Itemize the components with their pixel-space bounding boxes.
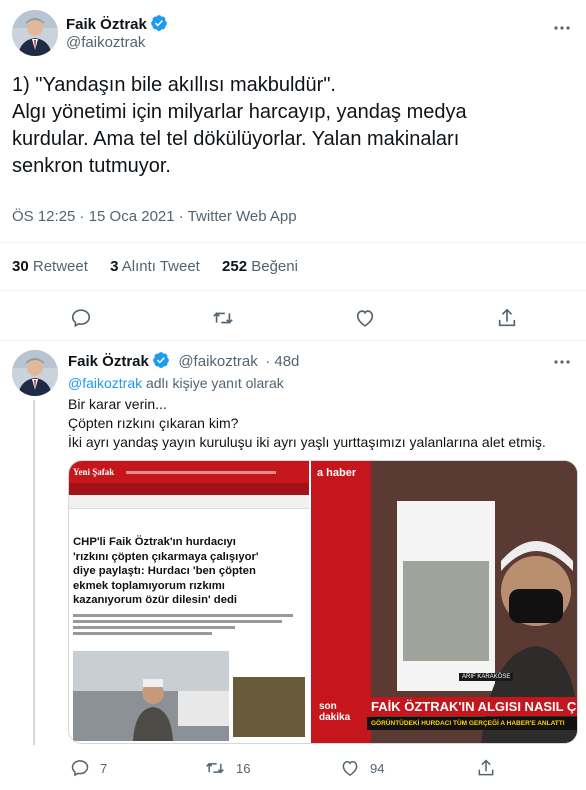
author-name[interactable]: Faik Öztrak bbox=[66, 16, 147, 33]
breaking-tag: son dakika bbox=[319, 701, 351, 723]
more-options-icon[interactable] bbox=[552, 352, 572, 372]
headline-line: ekmek toplamıyorum rızkımı bbox=[73, 579, 225, 592]
thread-line bbox=[33, 400, 35, 745]
reply-text-line: İki ayrı yandaş yayın kuruluşu iki ayrı … bbox=[68, 434, 546, 450]
verified-badge-icon bbox=[152, 351, 170, 374]
tweet-text: 1) "Yandaşın bile akıllısı makbuldür". A… bbox=[12, 72, 577, 180]
interviewee-label: ARİF KARAKÖSE bbox=[459, 673, 514, 681]
news-subnav bbox=[69, 495, 309, 509]
verified-badge-icon bbox=[150, 14, 168, 37]
divider bbox=[0, 242, 586, 243]
more-options-icon[interactable] bbox=[552, 18, 572, 38]
tweet-time[interactable]: · 48d bbox=[265, 353, 299, 370]
retweet-label: Retweet bbox=[32, 258, 88, 275]
retweet-button[interactable] bbox=[209, 304, 237, 332]
heart-icon bbox=[356, 310, 374, 327]
headline-line: diye paylaştı: Hurdacı 'ben çöpten bbox=[73, 565, 256, 577]
tweet-text-line: kurdular. Ama tel tel dökülüyorlar. Yala… bbox=[12, 128, 460, 150]
like-label: Beğeni bbox=[251, 258, 298, 275]
headline-line: CHP'li Faik Öztrak'ın hurdacıyı bbox=[73, 536, 236, 548]
retweet-count: 30 bbox=[12, 258, 29, 275]
tweet-text-line: 1) "Yandaşın bile akıllısı makbuldür". bbox=[12, 74, 336, 96]
tweet-text-line: senkron tutmuyor. bbox=[12, 155, 171, 177]
avatar[interactable] bbox=[12, 10, 58, 56]
headline-line: 'rızkını çöpten çıkarmaya çalışıyor' bbox=[73, 550, 259, 563]
news-headline: CHP'li Faik Öztrak'ın hurdacıyı 'rızkını… bbox=[69, 509, 309, 608]
avatar[interactable] bbox=[12, 350, 58, 396]
headline-line: kazanıyorum özür dilesin' dedi bbox=[73, 594, 238, 606]
author-handle[interactable]: @faikoztrak bbox=[66, 34, 145, 51]
nav-placeholder bbox=[126, 470, 277, 474]
reply-count: 7 bbox=[100, 760, 108, 776]
quote-stat[interactable]: 3 Alıntı Tweet bbox=[110, 258, 200, 275]
retweet-count: 16 bbox=[236, 760, 251, 776]
tweet-text-line: Algı yönetimi için milyarlar harcayıp, y… bbox=[12, 101, 467, 123]
like-button[interactable] bbox=[351, 304, 379, 332]
broadcast-subline: GÖRÜNTÜDEKİ HURDACI TÜM GERÇEĞİ A HABER'… bbox=[367, 717, 577, 730]
media-right-image[interactable]: a haber son dakika ARİF KARAKÖSE FAİK ÖZ… bbox=[311, 461, 577, 743]
like-count: 94 bbox=[370, 760, 385, 776]
share-button[interactable] bbox=[476, 758, 496, 778]
divider bbox=[0, 340, 586, 341]
news-site-header: Yeni Şafak bbox=[69, 461, 309, 483]
tweet-actions bbox=[0, 304, 586, 332]
reply-text: Bir karar verin... Çöpten rızkını çıkara… bbox=[68, 395, 546, 452]
tweet-timestamp[interactable]: ÖS 12:25 · 15 Oca 2021 · Twitter Web App bbox=[12, 208, 297, 225]
tweet-stats: 30 Retweet 3 Alıntı Tweet 252 Beğeni bbox=[12, 258, 316, 275]
tweet-media[interactable]: Yeni Şafak CHP'li Faik Öztrak'ın hurdacı… bbox=[68, 460, 578, 744]
news-site-logo: Yeni Şafak bbox=[73, 467, 115, 477]
author-handle[interactable]: @faikoztrak bbox=[178, 353, 257, 370]
media-left-image[interactable]: Yeni Şafak CHP'li Faik Öztrak'ın hurdacı… bbox=[69, 461, 309, 743]
divider bbox=[0, 290, 586, 291]
like-count: 252 bbox=[222, 258, 248, 275]
author-name[interactable]: Faik Öztrak bbox=[68, 353, 149, 370]
like-button[interactable]: 94 bbox=[340, 758, 384, 778]
retweet-icon bbox=[213, 312, 233, 324]
article-lede-lines bbox=[69, 608, 309, 635]
quote-count: 3 bbox=[110, 258, 119, 275]
retweet-button[interactable]: 16 bbox=[204, 758, 250, 778]
reply-context-label: adlı kişiye yanıt olarak bbox=[146, 375, 284, 391]
reply-context: @faikoztrak adlı kişiye yanıt olarak bbox=[68, 375, 284, 391]
reply-text-line: Çöpten rızkını çıkaran kim? bbox=[68, 415, 239, 431]
broadcast-headline: FAİK ÖZTRAK'IN ALGISI NASIL ÇÖKTÜ? bbox=[367, 697, 577, 716]
article-photo bbox=[73, 651, 229, 741]
reply-icon bbox=[71, 309, 91, 328]
reply-button[interactable] bbox=[67, 304, 95, 332]
like-stat[interactable]: 252 Beğeni bbox=[222, 258, 298, 275]
reply-mention-link[interactable]: @faikoztrak bbox=[68, 375, 142, 391]
share-button[interactable] bbox=[493, 304, 521, 332]
share-icon bbox=[478, 759, 494, 776]
reply-tweet-actions: 7 16 94 bbox=[0, 758, 586, 780]
channel-logo: a haber bbox=[317, 467, 357, 479]
reply-button[interactable]: 7 bbox=[70, 758, 107, 778]
share-icon bbox=[498, 308, 516, 327]
reply-icon bbox=[71, 760, 89, 777]
reply-text-line: Bir karar verin... bbox=[68, 396, 167, 412]
retweet-stat[interactable]: 30 Retweet bbox=[12, 258, 88, 275]
retweet-icon bbox=[206, 762, 224, 774]
side-video-thumb bbox=[233, 677, 305, 737]
quote-label: Alıntı Tweet bbox=[121, 258, 200, 275]
heart-icon bbox=[342, 760, 358, 776]
reply-author-row: Faik Öztrak @faikoztrak · 48d bbox=[68, 351, 299, 374]
news-nav-bar bbox=[69, 483, 309, 495]
